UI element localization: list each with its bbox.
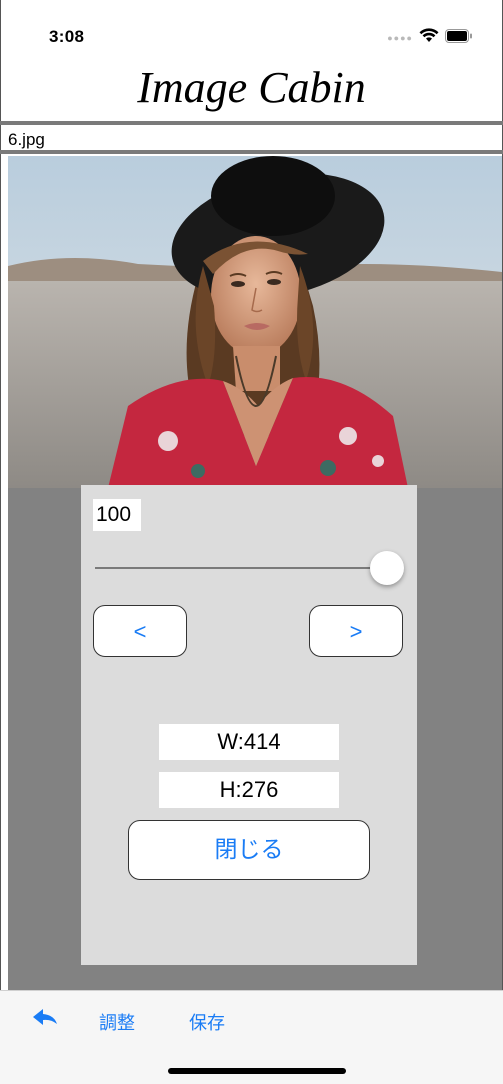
- signal-icon: ●●●●: [387, 32, 413, 43]
- portrait-photo: [8, 156, 502, 488]
- close-button[interactable]: 閉じる: [128, 820, 370, 880]
- app-title: Image Cabin: [137, 63, 366, 112]
- next-button[interactable]: >: [309, 605, 403, 657]
- scale-value: 100: [93, 499, 141, 531]
- battery-icon: [445, 28, 472, 43]
- photo-view: [8, 156, 502, 488]
- width-label: W:414: [159, 724, 339, 760]
- scale-slider-track[interactable]: [95, 567, 387, 569]
- wifi-icon: [419, 28, 439, 42]
- home-indicator: [168, 1068, 346, 1074]
- scale-slider-thumb[interactable]: [370, 551, 404, 585]
- title-divider: [0, 121, 503, 125]
- reply-arrow-icon[interactable]: [31, 1007, 59, 1032]
- status-bar: 3:08 ●●●●: [0, 0, 503, 60]
- status-time: 3:08: [49, 27, 85, 46]
- bottom-toolbar: 調整 保存: [0, 990, 503, 1084]
- adjust-button[interactable]: 調整: [99, 1009, 135, 1035]
- height-label: H:276: [159, 772, 339, 808]
- adjust-panel: 100 < > W:414 H:276 閉じる: [81, 485, 417, 965]
- status-icons: ●●●●: [387, 28, 473, 43]
- save-button[interactable]: 保存: [189, 1009, 225, 1035]
- previous-button[interactable]: <: [93, 605, 187, 657]
- file-name: 6.jpg: [8, 130, 45, 149]
- file-divider: [0, 150, 503, 154]
